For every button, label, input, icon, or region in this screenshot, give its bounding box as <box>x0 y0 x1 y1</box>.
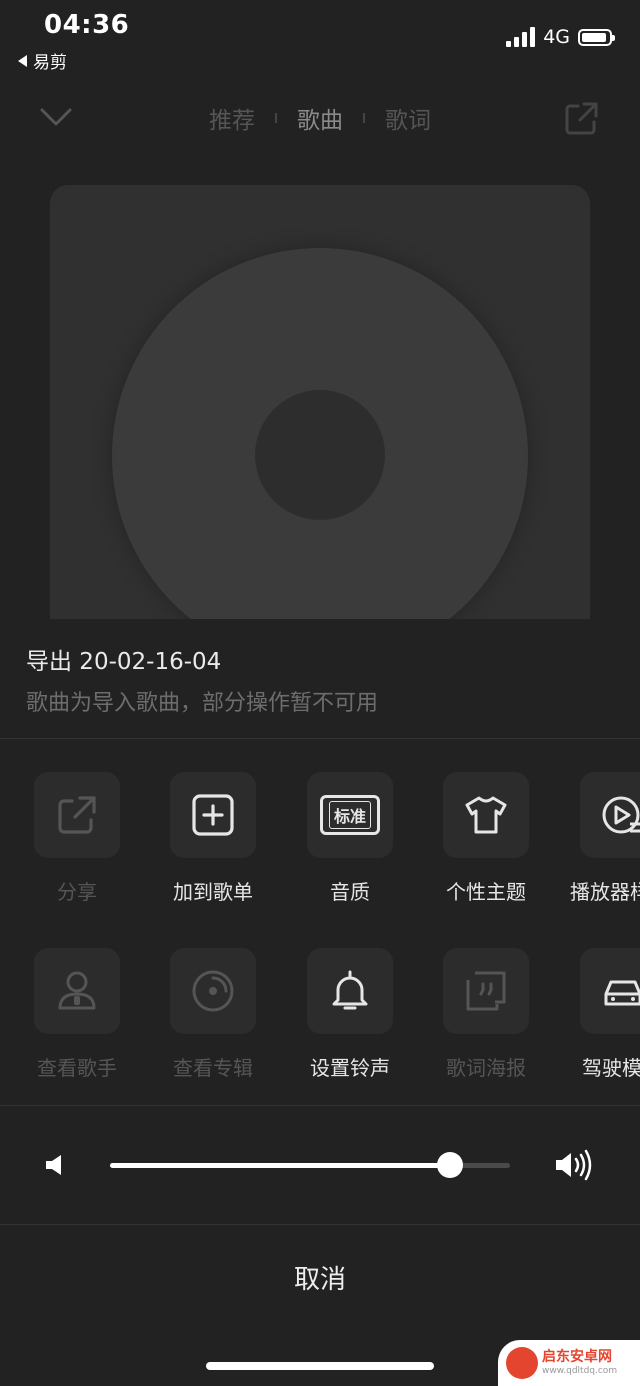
share-icon <box>58 796 96 834</box>
driving-mode-action[interactable]: 驾驶模式 <box>568 948 640 1081</box>
view-singer-label: 查看歌手 <box>37 1056 117 1080</box>
network-label: 4G <box>543 26 570 48</box>
back-arrow-icon <box>18 54 27 67</box>
add-to-playlist-tile <box>170 772 256 858</box>
share-label: 分享 <box>57 880 97 904</box>
watermark: 启东安卓网 www.qdltdq.com <box>498 1340 640 1386</box>
volume-high-icon[interactable] <box>554 1148 594 1182</box>
back-to-app-link[interactable]: 易剪 <box>18 48 67 73</box>
watermark-main: 启东安卓网 <box>542 1349 612 1365</box>
volume-fill <box>110 1163 450 1168</box>
bell-icon <box>332 970 368 1010</box>
car-icon <box>604 980 640 1006</box>
album-cover <box>50 185 590 619</box>
view-album-label: 查看专辑 <box>173 1056 253 1080</box>
tab-recommend[interactable]: 推荐 <box>189 101 275 135</box>
cancel-button[interactable]: 取消 <box>0 1259 640 1296</box>
player-style-tile <box>580 772 640 858</box>
add-to-playlist-action[interactable]: 加到歌单 <box>158 772 268 905</box>
divider <box>0 1105 640 1106</box>
tab-song[interactable]: 歌曲 <box>277 101 363 135</box>
song-notice: 歌曲为导入歌曲，部分操作暂不可用 <box>26 691 379 716</box>
add-to-playlist-icon <box>192 794 234 836</box>
theme-tile <box>443 772 529 858</box>
player-style-label: 播放器样式 <box>570 880 640 904</box>
driving-mode-label: 驾驶模式 <box>582 1056 640 1080</box>
set-ringtone-label: 设置铃声 <box>310 1056 390 1080</box>
quality-icon: 标准 <box>319 795 380 835</box>
divider <box>0 1224 640 1225</box>
tab-lyrics[interactable]: 歌词 <box>365 101 451 135</box>
quality-tile: 标准 <box>307 772 393 858</box>
add-to-playlist-label: 加到歌单 <box>173 880 253 904</box>
battery-icon <box>578 28 615 46</box>
theme-action[interactable]: 个性主题 <box>431 772 541 905</box>
share-icon[interactable] <box>562 98 602 138</box>
watermark-sub: www.qdltdq.com <box>542 1366 618 1376</box>
signal-icon <box>506 27 536 47</box>
view-singer-tile <box>34 948 120 1034</box>
quality-badge: 标准 <box>328 801 371 829</box>
lyrics-poster-tile <box>443 948 529 1034</box>
view-singer-action[interactable]: 查看歌手 <box>22 948 132 1081</box>
divider <box>0 738 640 739</box>
set-ringtone-action[interactable]: 设置铃声 <box>295 948 405 1081</box>
status-indicators: 4G <box>506 26 615 48</box>
status-time: 04:36 <box>44 10 130 40</box>
quality-action[interactable]: 标准 音质 <box>295 772 405 905</box>
driving-mode-tile <box>580 948 640 1034</box>
player-style-action[interactable]: 播放器样式 <box>568 772 640 905</box>
volume-low-icon[interactable] <box>44 1152 68 1178</box>
album-icon <box>192 970 234 1012</box>
view-album-action[interactable]: 查看专辑 <box>158 948 268 1081</box>
view-album-tile <box>170 948 256 1034</box>
lyrics-poster-icon <box>466 971 506 1011</box>
watermark-logo-icon <box>506 1347 538 1379</box>
share-action[interactable]: 分享 <box>22 772 132 905</box>
tab-bar: 推荐 歌曲 歌词 <box>0 101 640 135</box>
home-indicator[interactable] <box>206 1362 434 1370</box>
disc-center <box>255 390 385 520</box>
lyrics-poster-label: 歌词海报 <box>446 1056 526 1080</box>
lyrics-poster-action[interactable]: 歌词海报 <box>431 948 541 1081</box>
singer-icon <box>58 971 96 1010</box>
tshirt-icon <box>465 796 507 834</box>
volume-knob[interactable] <box>437 1152 463 1178</box>
disc-icon <box>112 248 528 619</box>
player-style-icon <box>602 796 640 834</box>
song-title: 导出 20-02-16-04 <box>26 649 222 675</box>
set-ringtone-tile <box>307 948 393 1034</box>
theme-label: 个性主题 <box>446 880 526 904</box>
back-app-label: 易剪 <box>33 53 67 73</box>
share-tile <box>34 772 120 858</box>
quality-label: 音质 <box>330 880 370 904</box>
